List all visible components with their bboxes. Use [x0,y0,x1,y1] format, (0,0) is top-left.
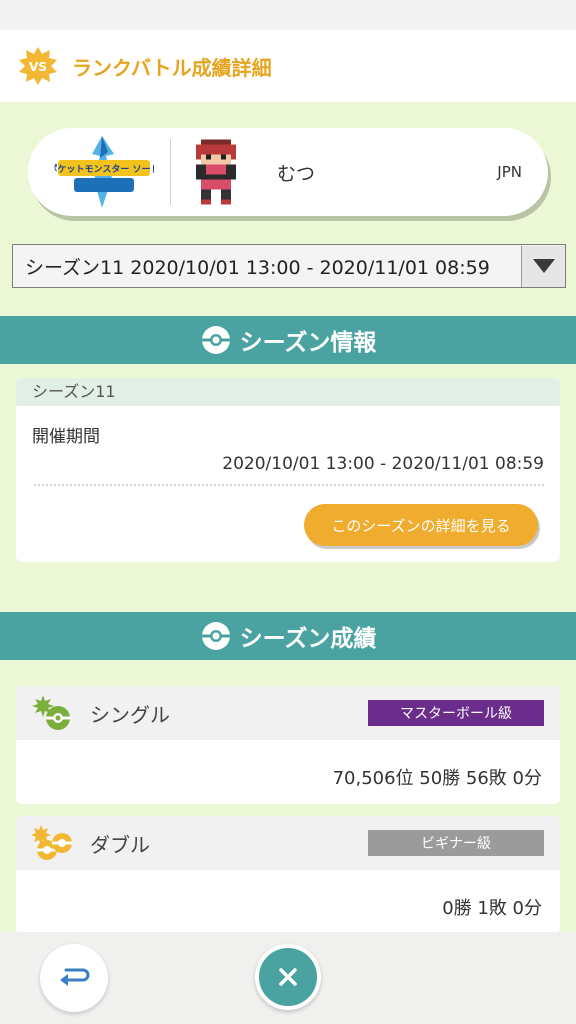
dropdown-toggle[interactable] [521,245,565,287]
single-battle-icon [32,695,70,730]
season-results-header: シーズン成績 [0,612,576,660]
profile-card: ポケットモンスター ソード むつ JPN [28,128,548,216]
close-icon [279,968,297,986]
back-button[interactable] [40,944,108,1012]
region-label: JPN [497,163,522,181]
page-header: VS ランクバトル成績詳細 [0,30,576,102]
season-results-title: シーズン成績 [239,626,377,652]
season-detail-button[interactable]: このシーズンの詳細を見る [304,504,538,546]
season-dropdown[interactable]: シーズン11 2020/10/01 13:00 - 2020/11/01 08:… [12,244,566,288]
close-button[interactable] [255,944,321,1010]
double-battle-record: 0勝 1敗 0分 [442,898,542,919]
single-battle-card: シングル マスターボール級 70,506位 50勝 56敗 0分 [16,686,560,804]
single-rank-badge: マスターボール級 [368,700,544,726]
trainer-avatar-icon [196,139,236,205]
game-logo-text: ポケットモンスター ソード [54,163,154,175]
double-battle-icon [31,825,72,860]
period-label: 開催期間 [32,427,100,447]
double-battle-label: ダブル [90,832,150,857]
double-battle-card: ダブル ビギナー級 0勝 1敗 0分 [16,816,560,934]
single-battle-label: シングル [90,702,170,727]
season-info-title: シーズン情報 [239,330,377,356]
dotted-divider [34,484,544,486]
vs-badge-icon: VS [19,47,57,85]
vs-badge-text: VS [29,60,47,74]
season-name: シーズン11 [16,378,560,406]
period-value: 2020/10/01 13:00 - 2020/11/01 08:59 [222,454,544,474]
return-arrow-icon [60,968,90,986]
season-dropdown-value: シーズン11 2020/10/01 13:00 - 2020/11/01 08:… [25,256,490,279]
double-battle-header: ダブル ビギナー級 [16,816,560,870]
single-battle-record: 70,506位 50勝 56敗 0分 [332,768,542,789]
game-logo: ポケットモンスター ソード [54,136,154,208]
season-info-header: シーズン情報 [0,316,576,364]
double-rank-badge: ビギナー級 [368,830,544,856]
chevron-down-icon [532,259,555,273]
pokeball-icon [201,326,230,354]
profile-divider [170,139,171,205]
season-info-card: シーズン11 開催期間 2020/10/01 13:00 - 2020/11/0… [16,378,560,562]
page-title: ランクバトル成績詳細 [72,55,272,80]
trainer-name: むつ [277,162,316,185]
single-battle-header: シングル マスターボール級 [16,686,560,740]
pokeball-icon [201,622,230,650]
status-strip [0,0,576,30]
